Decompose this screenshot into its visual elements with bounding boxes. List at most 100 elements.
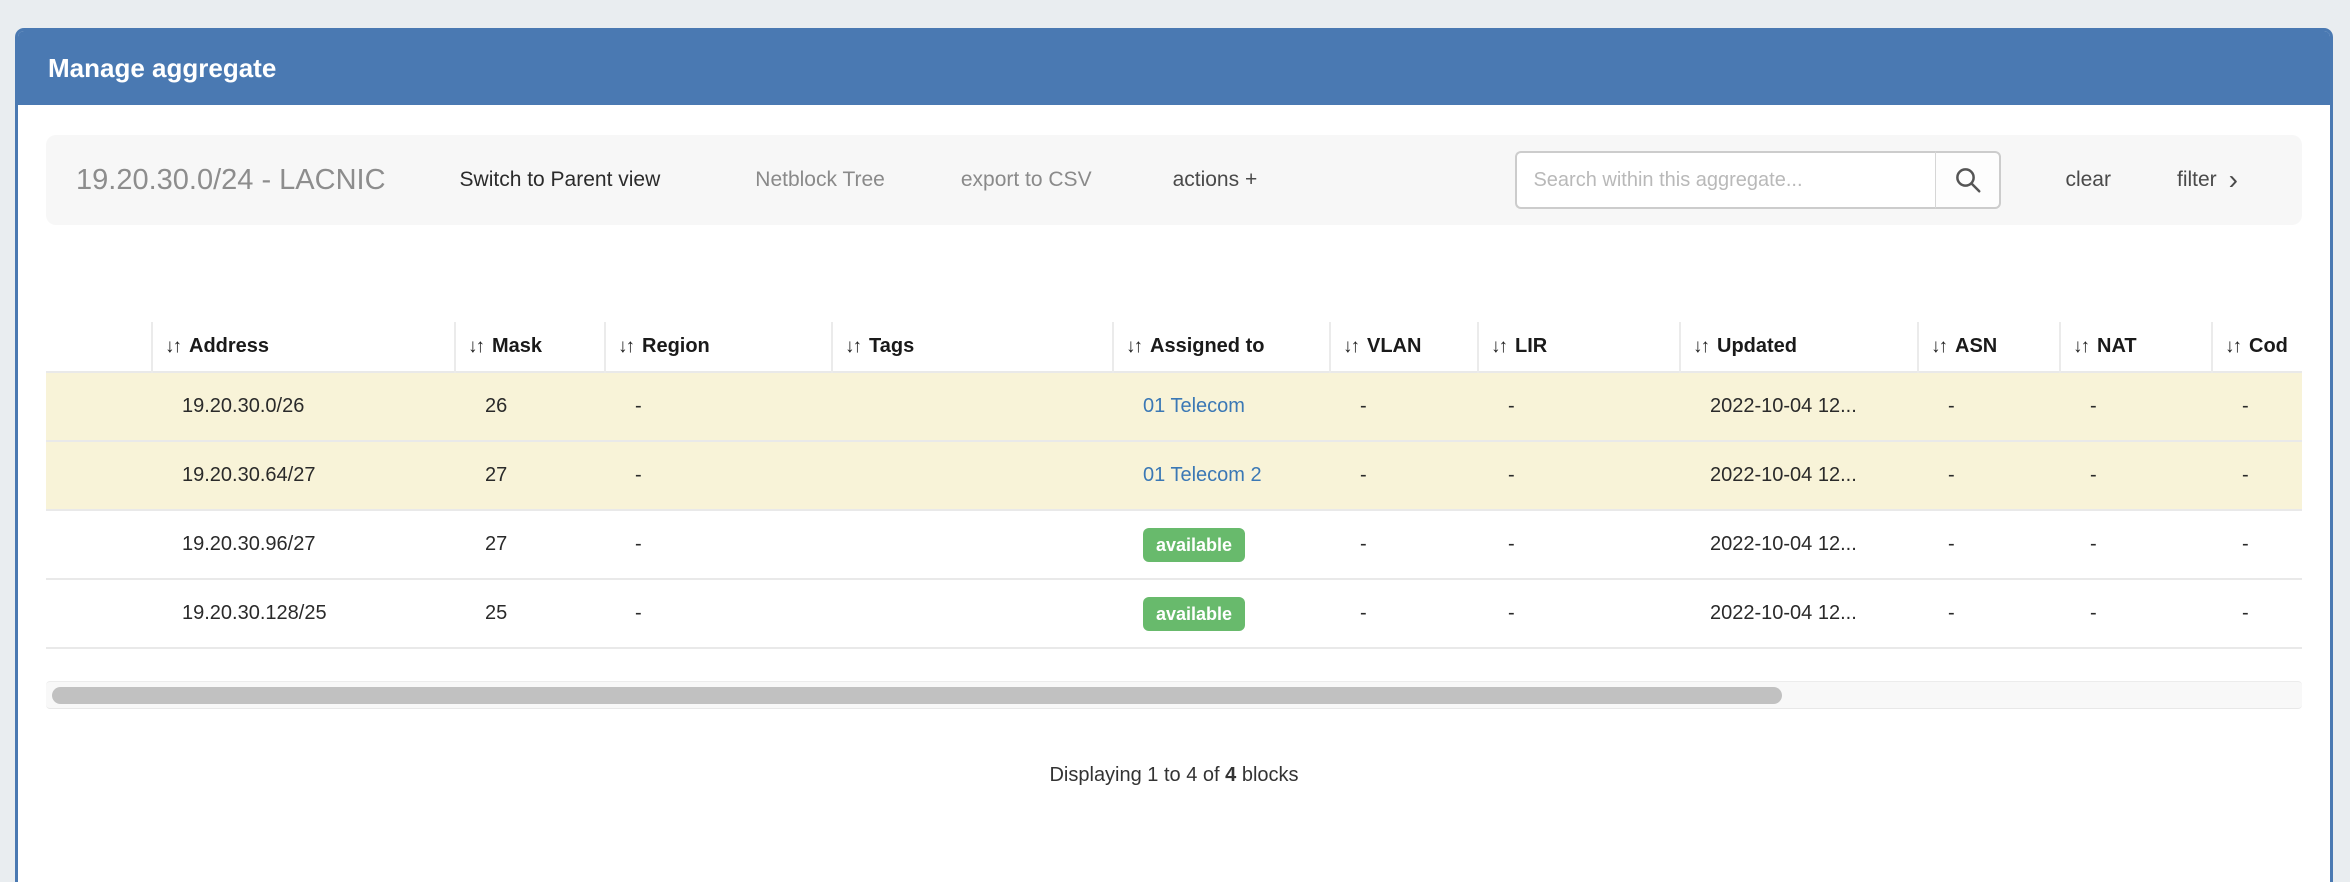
header-tags[interactable]: ↓↑ Tags [832,322,1113,372]
cell-blank [46,372,152,441]
sort-icon: ↓↑ [2225,336,2240,357]
cell-vlan: - [1330,510,1478,579]
cell-lir: - [1478,510,1680,579]
cell-cod: - [2212,372,2302,441]
toolbar: 19.20.30.0/24 - LACNIC Switch to Parent … [46,135,2302,225]
header-label-assigned: Assigned to [1150,335,1264,357]
chevron-right-icon: › [2229,166,2238,194]
table-header-row: ↓↑Address ↓↑Mask ↓↑Region ↓↑Tags ↓↑Assig… [46,322,2302,372]
table-row: 19.20.30.96/27 27 - available - - 2022-1… [46,510,2302,579]
cell-assigned: 01 Telecom [1113,372,1330,441]
cell-cod: - [2212,510,2302,579]
aggregate-title: 19.20.30.0/24 - LACNIC [76,164,386,197]
header-assigned-to[interactable]: ↓↑Assigned to [1113,322,1330,372]
header-address[interactable]: ↓↑ Address [152,322,455,372]
export-csv-link[interactable]: export to CSV [961,168,1092,192]
actions-menu-button[interactable]: actions + [1173,168,1258,192]
cell-cod: - [2212,441,2302,510]
cell-updated: 2022-10-04 12... [1680,510,1918,579]
status-text-suffix: blocks [1236,764,1298,786]
header-cod[interactable]: ↓↑ Cod [2212,322,2302,372]
cell-address: 19.20.30.0/26 [152,372,455,441]
header-label-tags: Tags [869,335,914,357]
sort-icon: ↓↑ [165,336,180,357]
search-group [1515,151,2001,209]
cell-asn: - [1918,510,2060,579]
cell-assigned: available [1113,579,1330,648]
page-title: Manage aggregate [48,53,276,84]
cell-mask: 27 [455,441,605,510]
header-region[interactable]: ↓↑ Region [605,322,832,372]
cell-tags [832,579,1113,648]
cell-region: - [605,441,832,510]
cell-mask: 26 [455,372,605,441]
header-mask[interactable]: ↓↑ Mask [455,322,605,372]
status-text-prefix: Displaying 1 to 4 of [1049,764,1225,786]
cell-assigned: 01 Telecom 2 [1113,441,1330,510]
cell-nat: - [2060,441,2212,510]
sort-icon: ↓↑ [468,336,483,357]
cell-blank [46,510,152,579]
header-blank [46,322,152,372]
assigned-link[interactable]: 01 Telecom [1143,395,1245,417]
header-label-mask: Mask [492,335,542,357]
cell-tags [832,510,1113,579]
header-vlan[interactable]: ↓↑ VLAN [1330,322,1478,372]
header-nat[interactable]: ↓↑NAT [2060,322,2212,372]
search-button[interactable] [1935,151,2001,209]
assigned-link[interactable]: 01 Telecom 2 [1143,464,1262,486]
cell-address: 19.20.30.64/27 [152,441,455,510]
cell-updated: 2022-10-04 12... [1680,372,1918,441]
cell-vlan: - [1330,441,1478,510]
cell-vlan: - [1330,579,1478,648]
cell-tags [832,441,1113,510]
sort-icon: ↓↑ [1343,336,1358,357]
available-badge[interactable]: available [1143,528,1245,562]
netblock-tree-link[interactable]: Netblock Tree [755,168,885,192]
cell-asn: - [1918,579,2060,648]
cell-region: - [605,372,832,441]
header-label-asn: ASN [1955,335,1997,357]
header-label-region: Region [642,335,710,357]
sort-icon: ↓↑ [1931,336,1946,357]
cell-address: 19.20.30.128/25 [152,579,455,648]
cell-updated: 2022-10-04 12... [1680,441,1918,510]
cell-updated: 2022-10-04 12... [1680,579,1918,648]
cell-assigned: available [1113,510,1330,579]
cell-blank [46,579,152,648]
cell-vlan: - [1330,372,1478,441]
cell-lir: - [1478,441,1680,510]
manage-aggregate-panel: Manage aggregate 19.20.30.0/24 - LACNIC … [15,28,2333,882]
sort-icon: ↓↑ [618,336,633,357]
netblock-table: ↓↑Address ↓↑Mask ↓↑Region ↓↑Tags ↓↑Assig… [46,322,2302,649]
table-row: 19.20.30.64/27 27 - 01 Telecom 2 - - 202… [46,441,2302,510]
header-label-cod: Cod [2249,335,2288,357]
header-label-address: Address [189,335,269,357]
switch-to-parent-view-link[interactable]: Switch to Parent view [460,168,661,192]
header-asn[interactable]: ↓↑ ASN [1918,322,2060,372]
filter-label: filter [2177,168,2217,192]
cell-nat: - [2060,579,2212,648]
filter-link[interactable]: filter › [2177,166,2238,194]
cell-asn: - [1918,372,2060,441]
cell-mask: 25 [455,579,605,648]
header-updated[interactable]: ↓↑Updated [1680,322,1918,372]
header-label-vlan: VLAN [1367,335,1421,357]
header-label-nat: NAT [2097,335,2137,357]
cell-lir: - [1478,579,1680,648]
search-input[interactable] [1515,151,1935,209]
cell-lir: - [1478,372,1680,441]
cell-blank [46,441,152,510]
cell-nat: - [2060,510,2212,579]
table-scroll-container: ↓↑Address ↓↑Mask ↓↑Region ↓↑Tags ↓↑Assig… [46,322,2302,649]
available-badge[interactable]: available [1143,597,1245,631]
sort-icon: ↓↑ [845,336,860,357]
clear-link[interactable]: clear [2065,168,2111,192]
panel-body: 19.20.30.0/24 - LACNIC Switch to Parent … [18,135,2330,787]
header-label-updated: Updated [1717,335,1797,357]
cell-tags [832,372,1113,441]
header-lir[interactable]: ↓↑LIR [1478,322,1680,372]
status-total: 4 [1225,764,1236,786]
scrollbar-thumb[interactable] [52,687,1782,704]
horizontal-scrollbar[interactable] [46,681,2302,709]
